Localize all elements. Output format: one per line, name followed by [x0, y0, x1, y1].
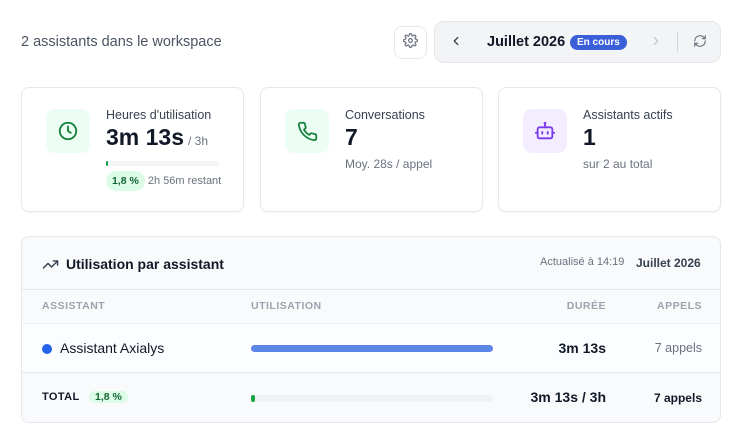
card-label: Heures d'utilisation	[106, 108, 212, 122]
table-row[interactable]: Assistant Axialys 3m 13s 7 appels	[22, 323, 720, 373]
clock-icon	[46, 109, 90, 153]
card-label: Conversations	[345, 108, 425, 122]
robot-icon	[523, 109, 567, 153]
phone-icon	[285, 109, 329, 153]
total-usage-fill	[251, 395, 256, 402]
chevron-right-icon	[649, 34, 663, 53]
usage-bar-track	[251, 345, 493, 352]
usage-value: 3m 13s	[106, 124, 185, 150]
table-header: ASSISTANT UTILISATION DURÉE APPELS	[22, 290, 720, 323]
conversations-count: 7	[345, 124, 358, 150]
usage-by-assistant-panel: Utilisation par assistant Actualisé à 14…	[21, 236, 721, 423]
period-selector: Juillet 2026 En cours	[434, 21, 721, 63]
usage-progress-track	[106, 161, 219, 166]
total-duration: 3m 13s / 3h	[530, 389, 607, 405]
previous-month-button[interactable]	[445, 32, 467, 54]
last-updated: Actualisé à 14:19	[540, 256, 625, 268]
panel-month: Juillet 2026	[636, 256, 701, 270]
current-period-badge: En cours	[570, 35, 627, 50]
active-assistants-card: Assistants actifs 1 sur 2 au total	[498, 87, 721, 212]
column-header-usage: UTILISATION	[251, 300, 322, 312]
usage-quota: / 3h	[188, 134, 209, 148]
assistant-color-dot	[42, 344, 52, 354]
top-bar: 2 assistants dans le workspace Juillet 2…	[0, 0, 742, 84]
assistant-calls: 7 appels	[654, 341, 702, 355]
average-per-call: Moy. 28s / appel	[345, 157, 433, 171]
usage-percent-row: 1,8 % 2h 56m restant	[106, 171, 221, 191]
usage-remaining: 2h 56m restant	[147, 175, 222, 187]
next-month-button[interactable]	[645, 32, 667, 54]
period-divider	[677, 32, 678, 52]
usage-bar-fill	[251, 345, 493, 352]
usage-progress-fill	[106, 161, 109, 166]
card-label: Assistants actifs	[583, 108, 673, 122]
conversations-card: Conversations 7 Moy. 28s / appel	[260, 87, 483, 212]
card-value: 3m 13s/ 3h	[106, 124, 208, 151]
assistant-name: Assistant Axialys	[60, 340, 165, 356]
workspace-subtitle: 2 assistants dans le workspace	[21, 34, 222, 50]
total-label: TOTAL	[42, 391, 80, 403]
panel-title: Utilisation par assistant	[66, 256, 224, 272]
column-header-calls: APPELS	[656, 300, 702, 312]
total-calls: 7 appels	[653, 391, 702, 405]
active-assistants-count: 1	[583, 124, 596, 150]
total-assistants: sur 2 au total	[583, 157, 653, 171]
period-month-label: Juillet 2026	[487, 34, 566, 50]
total-usage-track	[251, 395, 493, 402]
refresh-button[interactable]	[689, 32, 711, 54]
assistant-duration: 3m 13s	[558, 340, 606, 356]
usage-percent-badge: 1,8 %	[106, 171, 145, 191]
chevron-left-icon	[449, 34, 463, 53]
table-total-row: TOTAL 1,8 % 3m 13s / 3h 7 appels	[22, 373, 720, 422]
trending-up-icon	[42, 256, 59, 278]
settings-button[interactable]	[394, 26, 427, 59]
column-header-assistant: ASSISTANT	[42, 300, 106, 312]
total-percent-badge-wrap: 1,8 %	[89, 387, 128, 407]
refresh-icon	[693, 34, 707, 53]
column-header-duration: DURÉE	[566, 300, 606, 312]
panel-header: Utilisation par assistant Actualisé à 14…	[22, 237, 720, 290]
usage-hours-card: Heures d'utilisation 3m 13s/ 3h 1,8 % 2h…	[21, 87, 244, 212]
total-percent-badge: 1,8 %	[89, 391, 128, 403]
gear-icon	[403, 32, 418, 53]
